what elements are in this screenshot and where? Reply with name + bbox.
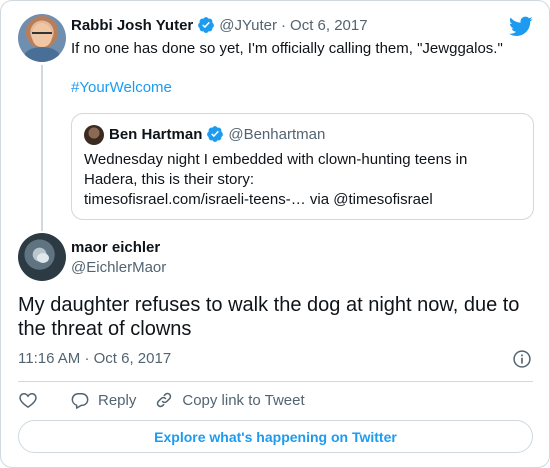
divider — [18, 381, 533, 382]
main-author-handle[interactable]: @EichlerMaor — [71, 259, 166, 276]
tweet-time: 11:16 AM — [18, 350, 81, 367]
parent-tweet-date[interactable]: Oct 6, 2017 — [290, 17, 368, 34]
info-icon[interactable] — [512, 349, 532, 369]
tweet-actions-bar: Reply Copy link to Tweet — [18, 389, 305, 411]
main-tweet-text: My daughter refuses to walk the dog at n… — [18, 294, 520, 340]
quoted-tweet-card[interactable]: Ben Hartman @Benhartman Wednesday night … — [71, 113, 534, 220]
reply-label: Reply — [98, 391, 137, 409]
verified-badge-icon — [198, 17, 215, 33]
twitter-bird-icon[interactable] — [509, 14, 533, 38]
quoted-text-line: Hadera, this is their story: — [84, 171, 255, 188]
quoted-tweet-text: Wednesday night I embedded with clown-hu… — [84, 150, 524, 210]
quoted-author-handle: @Benhartman — [228, 125, 326, 143]
quoted-text-line: timesofisrael.com/israeli-teens-… via @t… — [84, 191, 433, 208]
main-tweet-timestamp[interactable]: 11:16 AM · Oct 6, 2017 — [18, 350, 171, 367]
quoted-tweet-header: Ben Hartman @Benhartman — [109, 125, 325, 143]
main-author-name[interactable]: maor eichler — [71, 239, 160, 256]
header-separator: · — [281, 16, 287, 34]
link-icon — [157, 392, 172, 408]
parent-author-avatar[interactable] — [18, 14, 66, 62]
embedded-tweet-card: Rabbi Josh Yuter @JYuter · Oct 6, 2017 I… — [0, 0, 550, 468]
explore-twitter-button[interactable]: Explore what's happening on Twitter — [18, 420, 533, 453]
parent-tweet-header: Rabbi Josh Yuter @JYuter · Oct 6, 2017 — [71, 16, 368, 34]
parent-tweet-text: If no one has done so yet, I'm officiall… — [71, 40, 503, 57]
reply-bubble-icon — [71, 393, 89, 409]
quoted-author-avatar — [84, 125, 104, 145]
parent-tweet-hashtag[interactable]: #YourWelcome — [71, 79, 172, 96]
timestamp-separator: · — [84, 350, 90, 367]
copy-link-button[interactable]: Copy link to Tweet — [154, 390, 305, 410]
main-author-avatar[interactable] — [18, 233, 66, 281]
quoted-author-name: Ben Hartman — [109, 125, 203, 143]
tweet-date: Oct 6, 2017 — [93, 350, 172, 367]
copy-link-label: Copy link to Tweet — [182, 391, 305, 409]
like-button[interactable] — [18, 390, 38, 410]
thread-connector-line — [41, 65, 43, 231]
parent-author-handle[interactable]: @JYuter — [219, 17, 277, 34]
parent-author-name[interactable]: Rabbi Josh Yuter — [71, 17, 193, 34]
reply-button[interactable]: Reply — [70, 390, 136, 410]
heart-icon — [19, 392, 37, 408]
verified-badge-icon — [207, 126, 224, 142]
quoted-text-line: Wednesday night I embedded with clown-hu… — [84, 151, 468, 168]
